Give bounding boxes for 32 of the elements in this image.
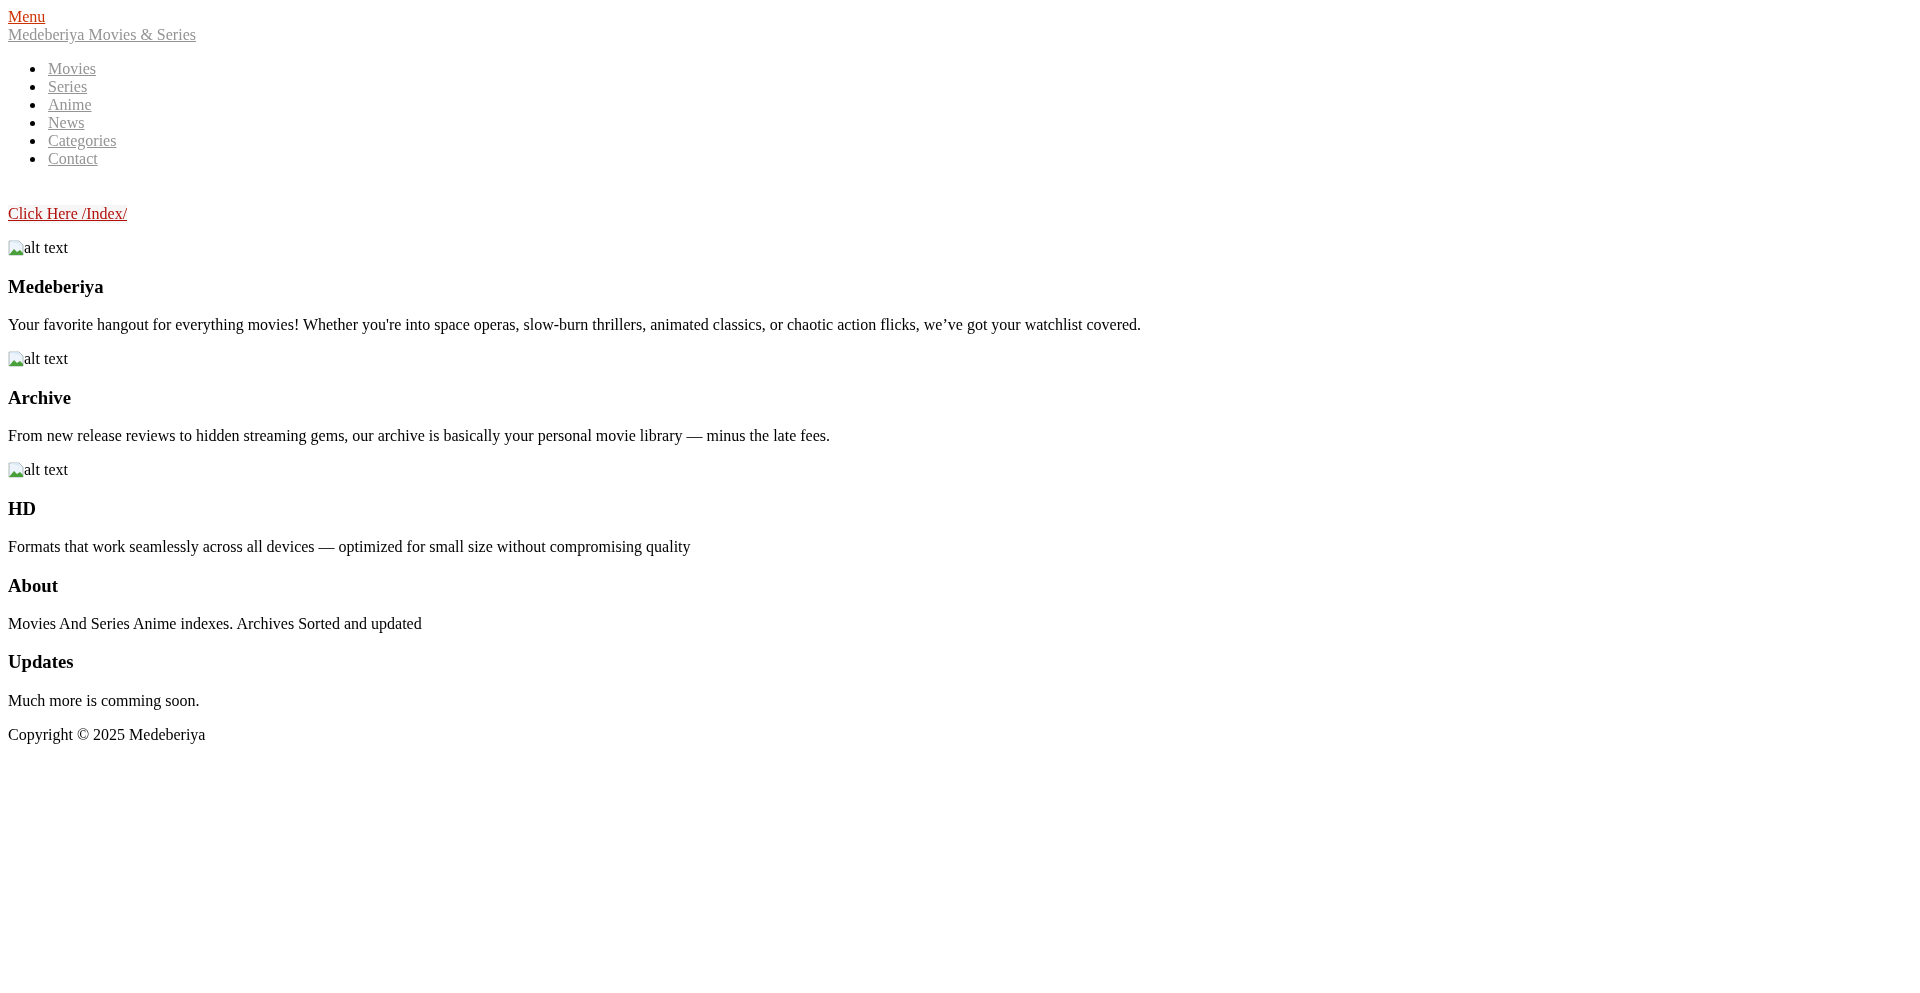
section-heading: Medeberiya (8, 275, 105, 298)
bullet-icon (30, 157, 35, 162)
section-text: From new release reviews to hidden streaming gems, our archive is basically your personal movie library — minus the late fees. (8, 426, 831, 445)
section-heading: HD (8, 497, 38, 520)
bullet-icon (30, 103, 35, 108)
section-heading: Updates (8, 651, 75, 673)
brand-link[interactable]: Medeberiya Movies & Series (8, 26, 196, 43)
section-text: Formats that work seamlessly across all devices — optimized for small size without compromising quality (8, 537, 692, 556)
section-text: Much more is comming soon. (8, 691, 201, 710)
nav-link[interactable]: Series (48, 78, 88, 96)
broken-image-icon (8, 461, 24, 478)
section-heading: About (8, 574, 59, 597)
nav-link[interactable]: Contact (48, 150, 98, 168)
bullet-icon (30, 139, 35, 144)
image-alt-text: alt text (24, 460, 68, 479)
index-link[interactable]: Click Here /Index/ (8, 205, 128, 223)
broken-image-icon (8, 240, 24, 256)
broken-image-icon (8, 350, 24, 367)
nav-link[interactable]: Anime (48, 96, 92, 114)
nav-link[interactable]: News (48, 114, 85, 132)
image-alt-text: alt text (24, 349, 68, 368)
image-alt-text: alt text (24, 239, 68, 257)
bullet-icon (30, 121, 35, 126)
section-heading: Archive (8, 386, 73, 409)
section-text: Movies And Series Anime indexes. Archives Sorted and updated (8, 614, 423, 633)
copyright-text: Copyright © 2025 Medeberiya (8, 725, 207, 744)
nav-link[interactable]: Categories (48, 132, 117, 150)
nav-link[interactable]: Movies (48, 60, 96, 78)
bullet-icon (30, 67, 35, 72)
menu-link[interactable]: Menu (8, 8, 46, 25)
section-text: Your favorite hangout for everything movies! Whether you're into space operas, slow-burn thrillers, animated classics, or chaotic action flicks, we’ve got your watchlist covered. (8, 315, 1143, 334)
bullet-icon (30, 85, 35, 90)
